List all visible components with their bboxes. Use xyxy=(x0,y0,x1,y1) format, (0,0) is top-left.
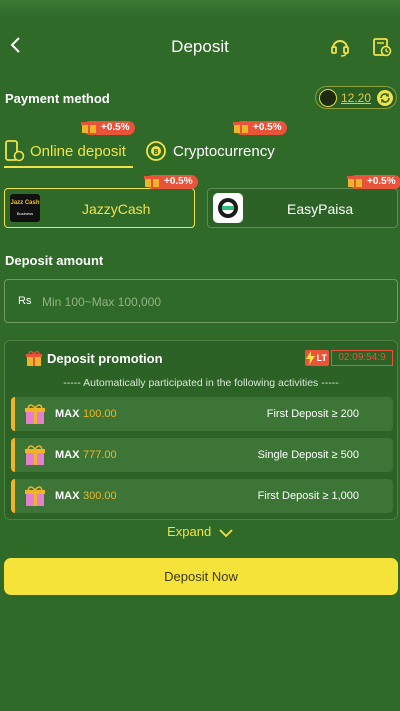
method-easypaisa[interactable]: EasyPaisa xyxy=(207,188,398,228)
promotion-row[interactable]: MAX 777.00 Single Deposit ≥ 500 xyxy=(11,438,393,472)
gift-icon xyxy=(25,445,45,465)
deposit-now-button[interactable]: Deposit Now xyxy=(4,558,398,595)
gift-icon xyxy=(81,122,97,133)
payment-method-label: Payment method xyxy=(5,91,110,106)
method-label: EasyPaisa xyxy=(287,201,354,217)
easypaisa-logo xyxy=(213,193,243,223)
method-label: JazzyCash xyxy=(82,201,151,217)
promotion-row[interactable]: MAX 100.00 First Deposit ≥ 200 xyxy=(11,397,393,431)
bonus-badge: +0.5% xyxy=(81,121,135,135)
promotion-row[interactable]: MAX 300.00 First Deposit ≥ 1,000 xyxy=(11,479,393,513)
gift-icon xyxy=(26,350,42,366)
lightning-icon xyxy=(306,351,315,365)
active-tab-indicator xyxy=(4,166,133,168)
expand-button[interactable]: Expand xyxy=(0,524,400,539)
expand-label: Expand xyxy=(167,524,212,539)
tab-label: Cryptocurrency xyxy=(173,143,275,160)
promotion-condition: First Deposit ≥ 200 xyxy=(266,408,359,420)
deposit-promotion-card: Deposit promotion LT 02:09:54:9 ----- Au… xyxy=(4,340,398,520)
tab-online-deposit[interactable]: Online deposit xyxy=(4,138,134,168)
gift-icon xyxy=(347,176,363,187)
max-value: 300.00 xyxy=(83,490,117,502)
deposit-amount-label: Deposit amount xyxy=(5,253,104,268)
gift-icon xyxy=(233,122,249,133)
promotion-condition: Single Deposit ≥ 500 xyxy=(257,449,359,461)
promotion-title: Deposit promotion xyxy=(47,351,163,366)
amount-field[interactable]: Rs xyxy=(4,279,398,323)
tab-cryptocurrency[interactable]: B Cryptocurrency xyxy=(145,138,290,168)
header: Deposit xyxy=(0,28,400,68)
bonus-badge: +0.5% xyxy=(347,175,400,189)
refresh-icon[interactable] xyxy=(376,89,394,107)
tab-label: Online deposit xyxy=(30,143,126,160)
currency-label: Rs xyxy=(18,295,32,307)
headset-icon[interactable] xyxy=(329,36,351,58)
balance-pill[interactable]: 12.20 xyxy=(315,86,397,109)
gift-icon xyxy=(25,486,45,506)
lt-badge: LT xyxy=(305,350,329,366)
status-bar xyxy=(0,0,400,18)
history-icon[interactable] xyxy=(371,36,393,58)
max-value: 100.00 xyxy=(83,408,117,420)
method-jazzycash[interactable]: Jazz Cash Business JazzyCash xyxy=(4,188,195,228)
gift-icon xyxy=(25,404,45,424)
crypto-icon: B xyxy=(146,141,166,161)
gift-icon xyxy=(144,176,160,187)
promotion-subtitle: ----- Automatically participated in the … xyxy=(63,377,339,389)
moon-icon xyxy=(319,89,337,107)
jazzcash-logo: Jazz Cash Business xyxy=(10,194,40,222)
promotion-condition: First Deposit ≥ 1,000 xyxy=(257,490,359,502)
chevron-down-icon xyxy=(219,528,233,537)
bonus-badge: +0.5% xyxy=(233,121,287,135)
svg-text:B: B xyxy=(153,148,158,156)
phone-icon xyxy=(5,140,25,162)
timer-value: 02:09:54:9 xyxy=(331,350,393,366)
max-value: 777.00 xyxy=(83,449,117,461)
balance-amount: 12.20 xyxy=(341,91,372,105)
bonus-badge: +0.5% xyxy=(144,175,198,189)
amount-input[interactable] xyxy=(40,291,384,313)
